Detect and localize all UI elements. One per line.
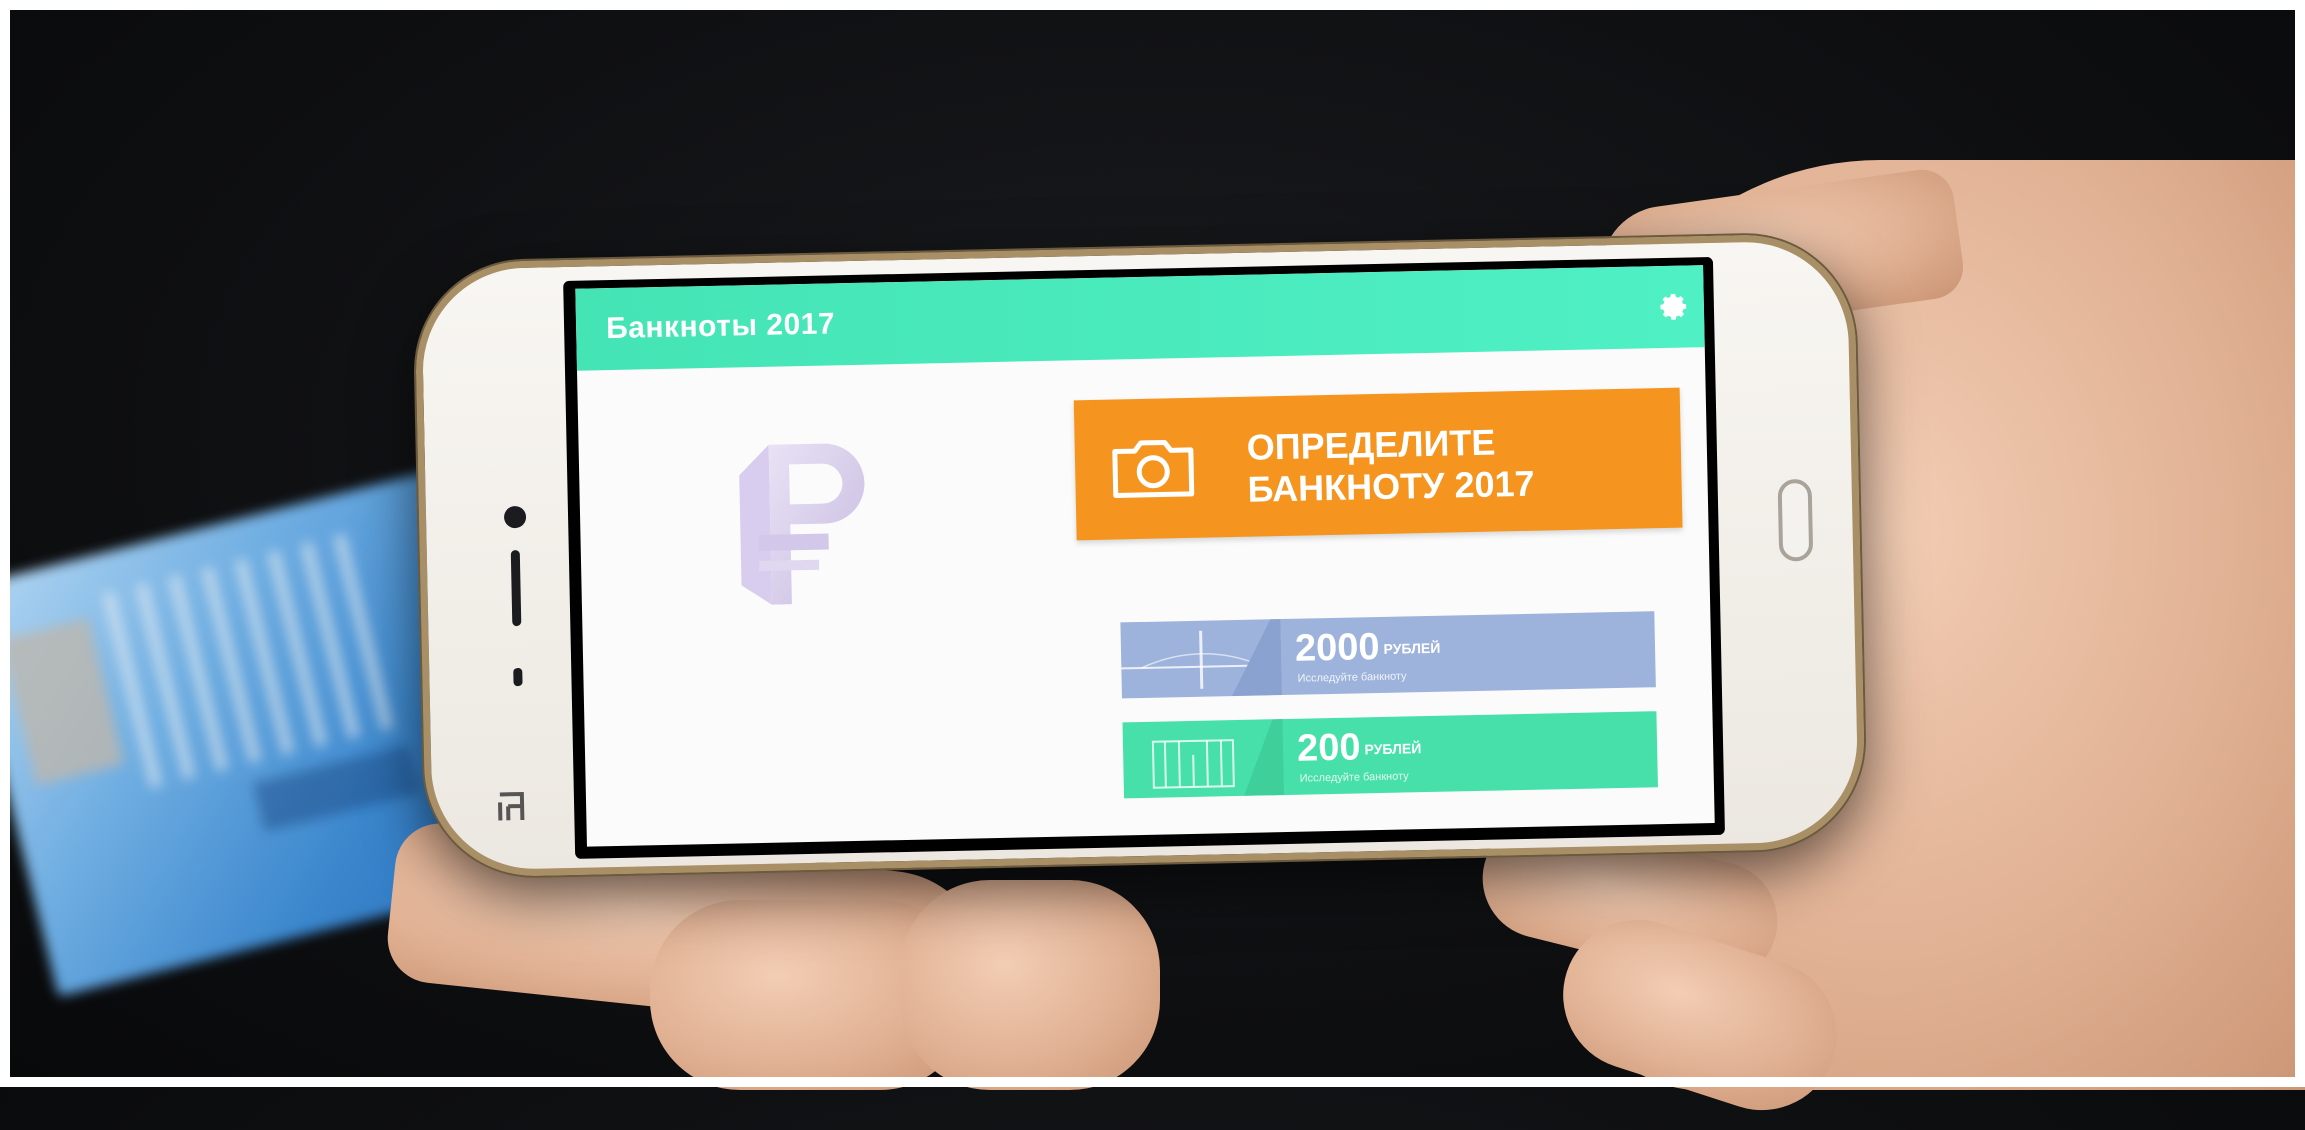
note-subtitle: Исследуйте банкноту [1299, 770, 1409, 785]
note-subtitle: Исследуйте банкноту [1297, 670, 1407, 685]
banknote-stripe [0, 618, 125, 786]
note-currency-unit: РУБЛЕЙ [1364, 740, 1422, 758]
app-screen: Банкноты 2017 ОПРЕДЕЛИТЕ БАНКНОТУ 2017 2… [575, 265, 1715, 847]
gear-icon[interactable] [1660, 291, 1691, 322]
note-currency-unit: РУБЛЕЙ [1383, 639, 1441, 657]
camera-icon [1112, 439, 1195, 498]
scan-banknote-button[interactable]: ОПРЕДЕЛИТЕ БАНКНОТУ 2017 [1073, 387, 1683, 541]
app-title: Банкноты 2017 [605, 307, 836, 346]
app-bar: Банкноты 2017 [575, 265, 1705, 371]
earpiece-speaker [510, 549, 522, 627]
note-amount: 200 РУБЛЕЙ [1297, 726, 1422, 771]
scan-label-line2: БАНКНОТУ 2017 [1247, 462, 1535, 510]
front-camera-icon [503, 505, 527, 529]
proximity-sensor [513, 667, 523, 687]
mi-logo-icon [496, 788, 529, 827]
scan-label-line1: ОПРЕДЕЛИТЕ [1246, 421, 1496, 468]
phone-screen: Банкноты 2017 ОПРЕДЕЛИТЕ БАНКНОТУ 2017 2… [563, 256, 1725, 859]
note-amount-value: 200 [1296, 726, 1361, 770]
monument-icon [1151, 719, 1285, 796]
banknote-serial [252, 744, 421, 832]
note-card-2000[interactable]: 2000 РУБЛЕЙ Исследуйте банкноту [1120, 611, 1656, 699]
bridge-icon [1121, 619, 1282, 697]
scan-button-label: ОПРЕДЕЛИТЕ БАНКНОТУ 2017 [1246, 421, 1535, 511]
note-card-200[interactable]: 200 РУБЛЕЙ Исследуйте банкноту [1122, 711, 1658, 799]
banknote-pattern [102, 531, 404, 789]
note-amount: 2000 РУБЛЕЙ [1295, 626, 1441, 671]
left-hand-finger [900, 880, 1160, 1090]
home-button[interactable] [1777, 478, 1814, 562]
ruble-icon [739, 443, 865, 605]
smartphone: Банкноты 2017 ОПРЕДЕЛИТЕ БАНКНОТУ 2017 2… [413, 232, 1867, 879]
note-amount-value: 2000 [1294, 626, 1380, 670]
